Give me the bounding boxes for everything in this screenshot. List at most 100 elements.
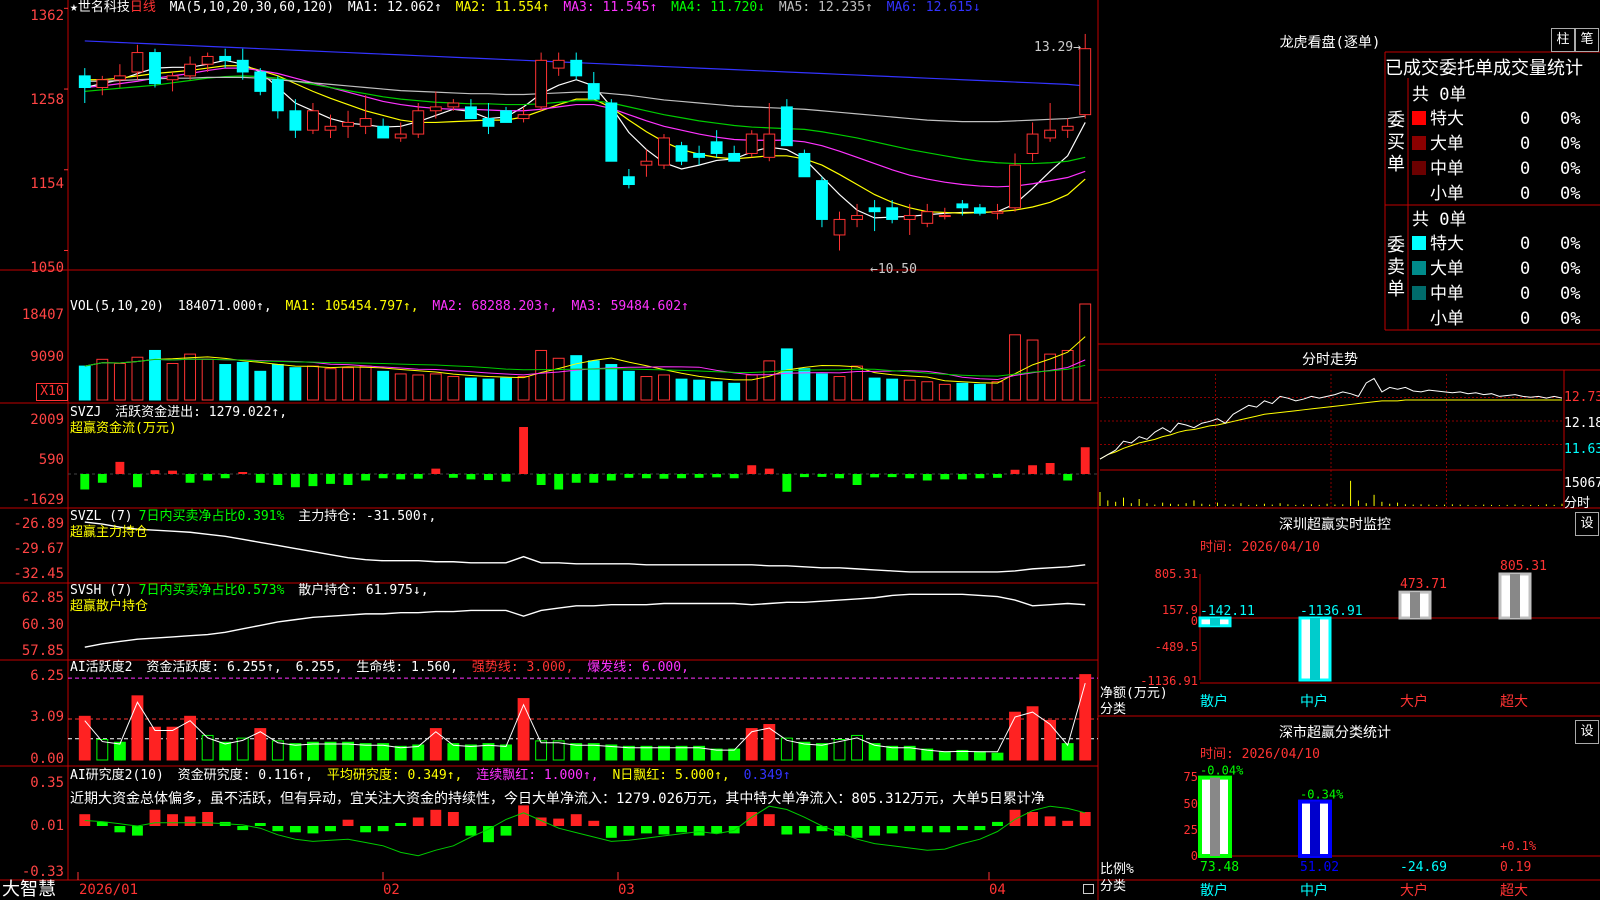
period-label[interactable]: 日线	[130, 0, 156, 15]
svsh-value: 散户持仓: 61.975↓,	[298, 583, 429, 598]
volume-bar	[201, 358, 214, 401]
ratio-value: 73.48	[1200, 860, 1239, 875]
sell-side-label: 委卖单	[1387, 235, 1405, 300]
activity-bar	[359, 743, 372, 761]
order-pct: 0%	[1560, 309, 1581, 329]
vol-legend: VOL(5,10,20) 184071.000↑, MA1: 105454.79…	[70, 299, 695, 315]
fund-flow-bar	[747, 465, 757, 474]
order-row-中单: 中单 0 0%	[1412, 279, 1580, 304]
sz-monitor-settings-button[interactable]: 设	[1575, 512, 1599, 536]
research-bar	[114, 826, 126, 833]
order-type-label: 大单	[1430, 259, 1464, 279]
ai-research-tick: 0.01	[30, 818, 64, 834]
category-label: 中户	[1300, 882, 1328, 899]
lhb-subtitle: 已成交委托单成交量统计	[1385, 58, 1583, 79]
candle	[447, 102, 460, 108]
activity-bar	[991, 752, 1004, 761]
fund-flow-bar	[1063, 474, 1073, 481]
fund-flow-bar	[1080, 447, 1090, 474]
brand-logo: 大智慧	[2, 879, 56, 900]
date-tick: 03	[618, 882, 635, 898]
fund-flow-bar	[694, 474, 704, 478]
candle	[236, 59, 249, 73]
candle	[464, 106, 477, 120]
candle	[1044, 129, 1057, 139]
research-line	[84, 805, 1086, 857]
ma-legend: ★世名科技日线 MA(5,10,20,30,60,120) MA1: 12.06…	[70, 0, 987, 16]
fund-flow-bar	[729, 474, 739, 479]
order-pct: 0%	[1560, 184, 1581, 204]
candle	[570, 59, 583, 77]
fund-flow-bar	[677, 474, 686, 479]
research-bar	[904, 826, 916, 832]
lock-icon[interactable]	[1083, 884, 1094, 894]
ratio-value: 0.19	[1500, 860, 1531, 875]
research-bar	[939, 826, 951, 833]
pen-mode-button[interactable]: 笔	[1575, 28, 1599, 52]
sz-class-settings-button[interactable]: 设	[1575, 720, 1599, 744]
research-bar	[289, 826, 301, 833]
sz-monitor-xlabel: 分类	[1100, 702, 1127, 717]
category-label: 大户	[1400, 882, 1428, 899]
volume-bar	[693, 379, 706, 401]
candle	[131, 52, 144, 73]
volume-bar	[658, 374, 670, 401]
research-bar	[816, 826, 828, 832]
volume-bar	[956, 382, 969, 401]
activity-bar	[938, 751, 951, 761]
candle	[1061, 125, 1074, 131]
fund-flow-bar	[835, 474, 844, 479]
svzj-tick: -1629	[21, 492, 64, 508]
bar-mode-button[interactable]: 柱	[1551, 28, 1575, 52]
candle	[166, 75, 179, 81]
fund-flow-bar	[431, 468, 441, 474]
fund-flow-bar	[536, 474, 546, 485]
volume-bar	[500, 377, 512, 401]
volume-bar	[886, 378, 899, 401]
volume-bar	[1079, 303, 1092, 401]
ai-active-name: AI活跃度2	[70, 660, 133, 675]
activity-bar	[131, 695, 144, 761]
intraday-tick: 11.63	[1564, 442, 1600, 457]
ai-active-legend: AI活跃度2 资金活跃度: 6.255↑, 6.255, 生命线: 1.560,…	[70, 660, 695, 676]
candle	[763, 133, 776, 158]
ai-strong-line: 强势线: 3.000,	[471, 660, 574, 675]
research-bar	[693, 826, 705, 836]
fund-flow-bar	[764, 468, 774, 474]
price-tick: 1050	[30, 260, 64, 276]
volume-bar	[324, 368, 337, 401]
fund-flow-bar	[957, 474, 967, 480]
research-bar	[325, 826, 336, 832]
candle	[324, 125, 337, 131]
kline-chart-canvas[interactable]: -142.11散户-1136.91中户473.71大户805.31超大-0.04…	[0, 0, 1600, 900]
activity-bar	[973, 751, 986, 761]
research-bar	[202, 812, 214, 826]
volume-bar	[921, 381, 934, 401]
volume-bar	[342, 367, 354, 401]
volume-bar	[991, 381, 1004, 401]
fund-flow-bar	[80, 474, 90, 490]
order-count: 0	[1520, 109, 1531, 129]
candle	[201, 55, 214, 65]
volume-bar	[149, 349, 161, 401]
candle	[271, 79, 284, 112]
activity-bar	[1044, 719, 1057, 761]
order-row-中单: 中单 0 0%	[1412, 154, 1580, 179]
research-bar	[131, 826, 143, 836]
ai-active-tick: 6.25	[30, 668, 64, 684]
research-bar	[992, 821, 1003, 826]
volume-bar	[96, 358, 109, 401]
ratio-value: -24.69	[1400, 860, 1447, 875]
category-label: 中户	[1300, 693, 1328, 710]
research-bar	[1079, 812, 1091, 826]
fund-flow-bar	[361, 474, 371, 481]
activity-bar	[886, 745, 899, 761]
activity-bar	[1009, 711, 1021, 761]
ma2-value: MA2: 11.554↑	[455, 0, 550, 15]
order-pct: 0%	[1560, 159, 1581, 179]
order-row-特大: 特大 0 0%	[1412, 229, 1580, 254]
activity-bar	[149, 726, 161, 761]
order-color-swatch	[1412, 261, 1426, 275]
volume-bar	[605, 364, 618, 401]
volume-bar	[289, 367, 302, 401]
